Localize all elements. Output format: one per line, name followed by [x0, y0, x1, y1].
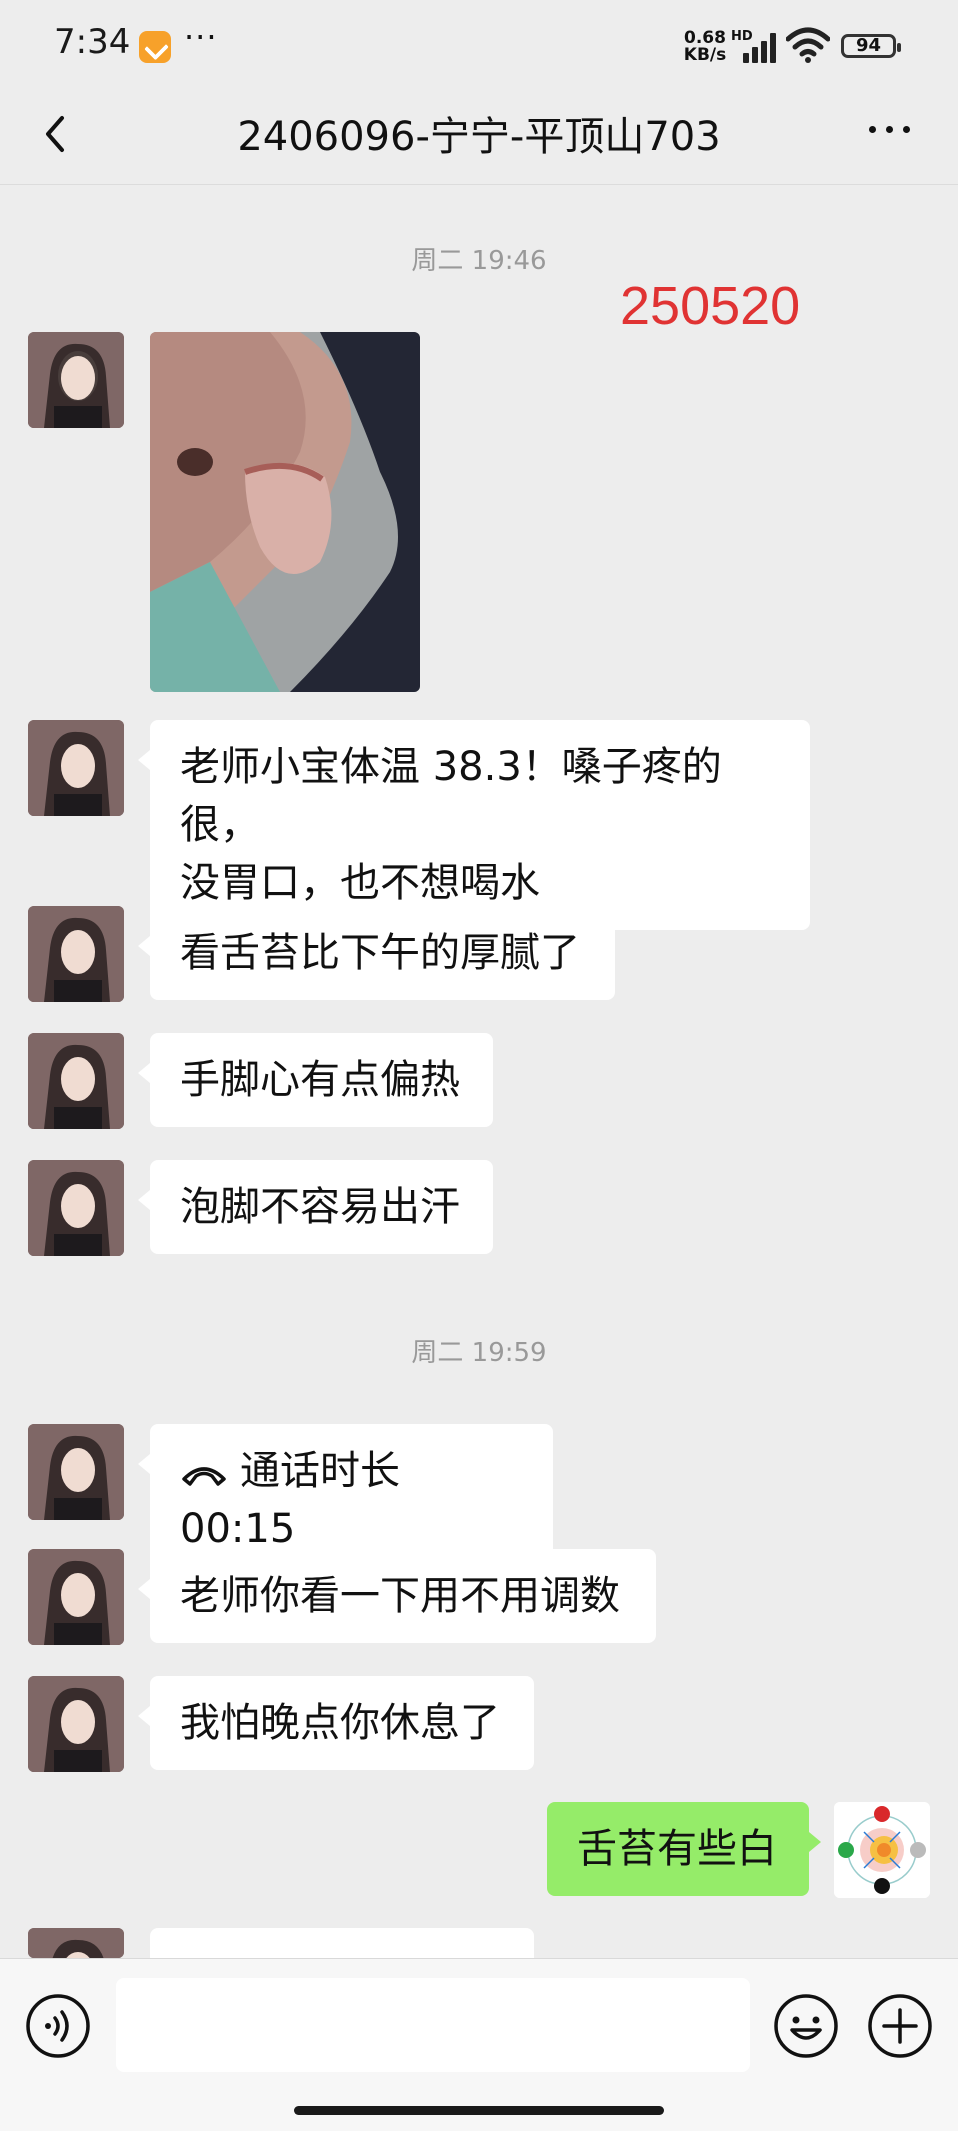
message-bubble-partial[interactable]	[150, 1928, 534, 1958]
message-text: 舌苔有些白	[577, 1826, 777, 1872]
back-icon[interactable]	[36, 112, 80, 156]
message-text: 没胃口，也不想喝水	[180, 860, 540, 906]
voice-input-icon[interactable]	[24, 1992, 92, 2060]
wifi-icon	[786, 27, 830, 63]
red-annotation-text: 250520	[620, 276, 801, 336]
message-text: 手脚心有点偏热	[180, 1057, 460, 1103]
message-text: 老师你看一下用不用调数	[180, 1573, 620, 1619]
contact-avatar[interactable]	[28, 720, 124, 816]
message-input[interactable]	[116, 1978, 750, 2072]
message-bubble[interactable]: 我怕晚点你休息了	[138, 1676, 534, 1770]
my-avatar[interactable]	[834, 1802, 930, 1898]
status-bar: 7:34 ··· 0.68 KB/s HD 94	[0, 0, 958, 92]
my-message-bubble[interactable]: 舌苔有些白	[547, 1802, 821, 1896]
notification-app-icon	[139, 31, 171, 63]
message-bubble[interactable]: 老师小宝体温 38.3！嗓子疼的很， 没胃口，也不想喝水	[138, 720, 810, 930]
contact-avatar[interactable]	[28, 1424, 124, 1520]
contact-avatar[interactable]	[28, 332, 124, 428]
phone-hangup-icon	[182, 1467, 226, 1486]
more-options-icon[interactable]	[865, 120, 915, 140]
message-timestamp: 周二 19:59	[411, 1338, 547, 1368]
network-speed-unit: KB/s	[683, 45, 727, 65]
message-text: 泡脚不容易出汗	[180, 1184, 460, 1230]
message-text: 老师小宝体温 38.3！嗓子疼的很，	[180, 744, 722, 848]
signal-icon	[735, 33, 778, 63]
message-bubble[interactable]: 手脚心有点偏热	[138, 1033, 493, 1127]
message-bubble[interactable]: 老师你看一下用不用调数	[138, 1549, 656, 1643]
message-bubble[interactable]: 看舌苔比下午的厚腻了	[138, 906, 615, 1000]
network-speed: 0.68 KB/s	[680, 30, 730, 64]
contact-avatar[interactable]	[28, 1549, 124, 1645]
emoji-icon[interactable]	[772, 1992, 840, 2060]
contact-avatar[interactable]	[28, 1928, 124, 1958]
contact-avatar[interactable]	[28, 1160, 124, 1256]
message-text: 我怕晚点你休息了	[180, 1700, 500, 1746]
battery-indicator: 94	[841, 34, 901, 58]
chat-title: 2406096-宁宁-平顶山703	[237, 114, 721, 160]
plus-icon[interactable]	[866, 1992, 934, 2060]
status-time: 7:34	[54, 22, 131, 62]
contact-avatar[interactable]	[28, 1676, 124, 1772]
contact-avatar[interactable]	[28, 906, 124, 1002]
tongue-photo[interactable]	[150, 332, 420, 692]
home-indicator[interactable]	[294, 2106, 664, 2115]
status-more-icon: ···	[184, 18, 218, 56]
message-text: 看舌苔比下午的厚腻了	[180, 930, 580, 976]
message-bubble[interactable]: 泡脚不容易出汗	[138, 1160, 493, 1254]
message-timestamp: 周二 19:46	[411, 246, 547, 276]
contact-avatar[interactable]	[28, 1033, 124, 1129]
